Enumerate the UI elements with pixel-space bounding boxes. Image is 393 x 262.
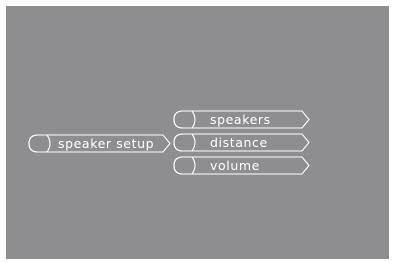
submenu-item-label: volume [210, 158, 260, 173]
radio-cap-icon [173, 156, 196, 175]
speaker-setup-label: speaker setup [58, 136, 155, 151]
submenu-item-speakers[interactable]: speakers [173, 110, 310, 129]
submenu-item-label: speakers [210, 112, 271, 127]
submenu-item-volume[interactable]: volume [173, 156, 310, 175]
radio-cap-icon [28, 134, 51, 153]
speaker-setup-button[interactable]: speaker setup [28, 134, 171, 153]
submenu-item-distance[interactable]: distance [173, 133, 310, 152]
submenu-item-label: distance [210, 135, 268, 150]
tv-screen: speaker setup speakers distance volume [6, 6, 389, 259]
radio-cap-icon [173, 133, 196, 152]
radio-cap-icon [173, 110, 196, 129]
